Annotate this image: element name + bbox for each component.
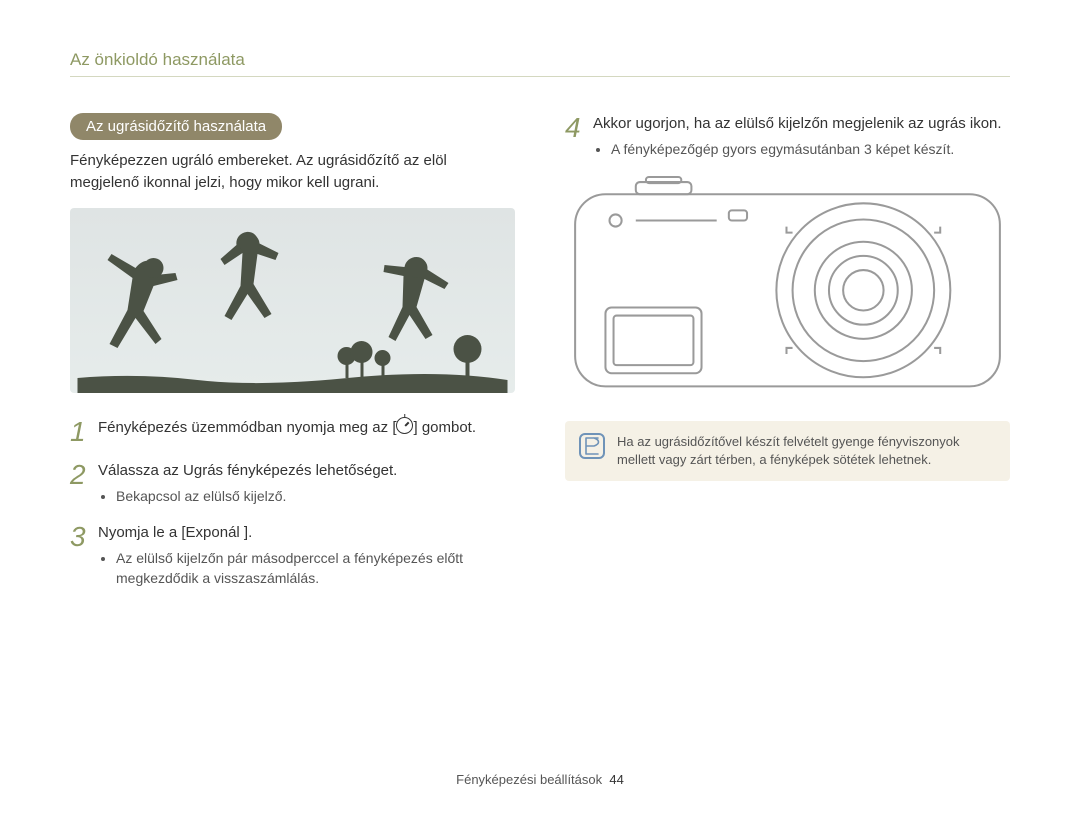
step-3: 3 Nyomja le a [Exponál ]. Az elülső kije… [70, 522, 515, 590]
timer-icon [396, 417, 413, 434]
step-sub: A fényképezőgép gyors egymásutánban 3 ké… [611, 140, 1002, 160]
step-text-post: ] gombot. [413, 419, 476, 436]
step-number: 2 [70, 460, 98, 509]
section-pill: Az ugrásidőzítő használata [70, 113, 282, 140]
step-text: Akkor ugorjon, ha az elülső kijelzőn meg… [593, 115, 1002, 132]
intro-text: Fényképezzen ugráló embereket. Az ugrási… [70, 150, 515, 194]
page-footer: Fényképezési beállítások 44 [0, 772, 1080, 787]
camera-illustration [565, 176, 1010, 404]
step-number: 4 [565, 113, 593, 162]
footer-label: Fényképezési beállítások [456, 772, 602, 787]
step-text: Válassza az Ugrás fényképezés lehetősége… [98, 462, 397, 479]
footer-page-number: 44 [609, 772, 623, 787]
step-number: 3 [70, 522, 98, 590]
note-text: Ha az ugrásidőzítővel készít felvételt g… [617, 433, 996, 469]
step-text-pre: Fényképezés üzemmódban nyomja meg az [ [98, 419, 396, 436]
step-sub: Bekapcsol az elülső kijelző. [116, 487, 397, 507]
step-1: 1 Fényképezés üzemmódban nyomja meg az [… [70, 417, 515, 446]
step-text: Nyomja le a [Exponál ]. [98, 524, 252, 541]
note-box: Ha az ugrásidőzítővel készít felvételt g… [565, 421, 1010, 481]
step-4: 4 Akkor ugorjon, ha az elülső kijelzőn m… [565, 113, 1010, 162]
step-sub: Az elülső kijelzőn pár másodperccel a fé… [116, 549, 515, 588]
note-icon [579, 433, 605, 464]
step-number: 1 [70, 417, 98, 446]
page-title: Az önkioldó használata [70, 50, 1010, 77]
jump-illustration [70, 208, 515, 393]
step-2: 2 Válassza az Ugrás fényképezés lehetősé… [70, 460, 515, 509]
